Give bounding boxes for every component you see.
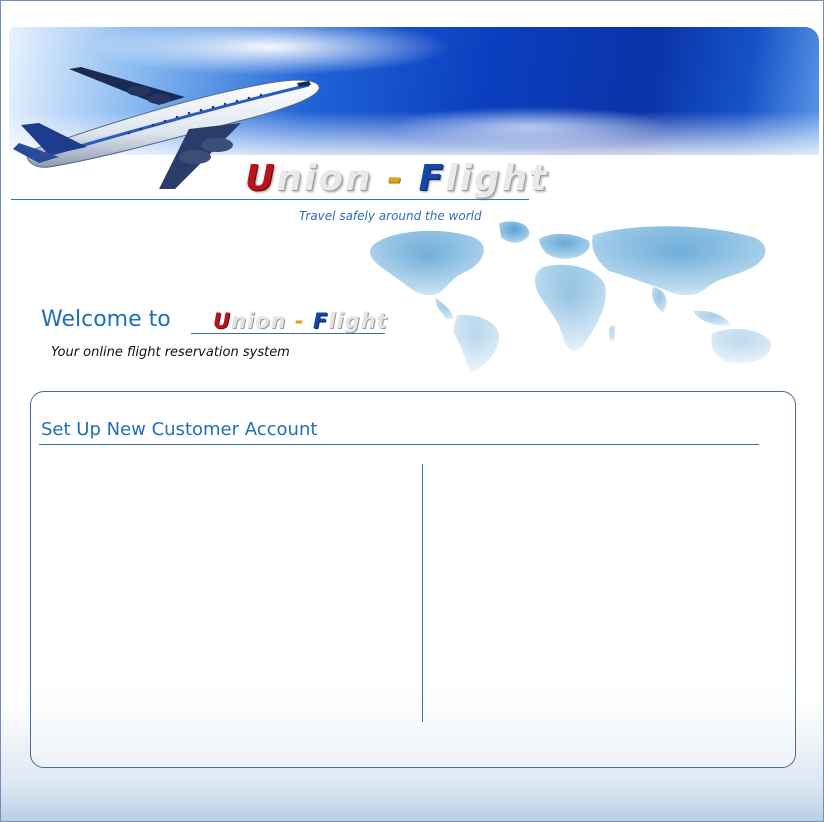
logo-letter-u: U	[245, 158, 277, 199]
logo-text-nion: nion	[276, 158, 373, 199]
form-title-underline	[39, 444, 759, 445]
brand-logo: Union - Flight	[245, 158, 549, 202]
form-left-column	[39, 464, 421, 722]
account-form-panel: Set Up New Customer Account	[30, 391, 796, 768]
welcome-underline	[191, 333, 385, 334]
page: Union - Flight Travel safely around the …	[0, 0, 824, 822]
logo-text-light: light	[445, 158, 549, 199]
logo-text-light: light	[328, 309, 388, 333]
brand-underline	[11, 199, 529, 200]
logo-letter-u: U	[213, 309, 232, 333]
logo-letter-f: F	[418, 158, 446, 199]
welcome-brand-logo: Union - Flight	[213, 309, 388, 333]
logo-dash: -	[294, 309, 305, 333]
form-title: Set Up New Customer Account	[41, 419, 318, 440]
logo-letter-f: F	[312, 309, 329, 333]
logo-dash: -	[387, 158, 405, 199]
world-map-icon	[353, 215, 793, 375]
form-right-column	[423, 464, 783, 722]
welcome-subtitle: Your online flight reservation system	[51, 345, 290, 360]
welcome-heading: Welcome to	[41, 307, 171, 332]
logo-text-nion: nion	[231, 309, 287, 333]
